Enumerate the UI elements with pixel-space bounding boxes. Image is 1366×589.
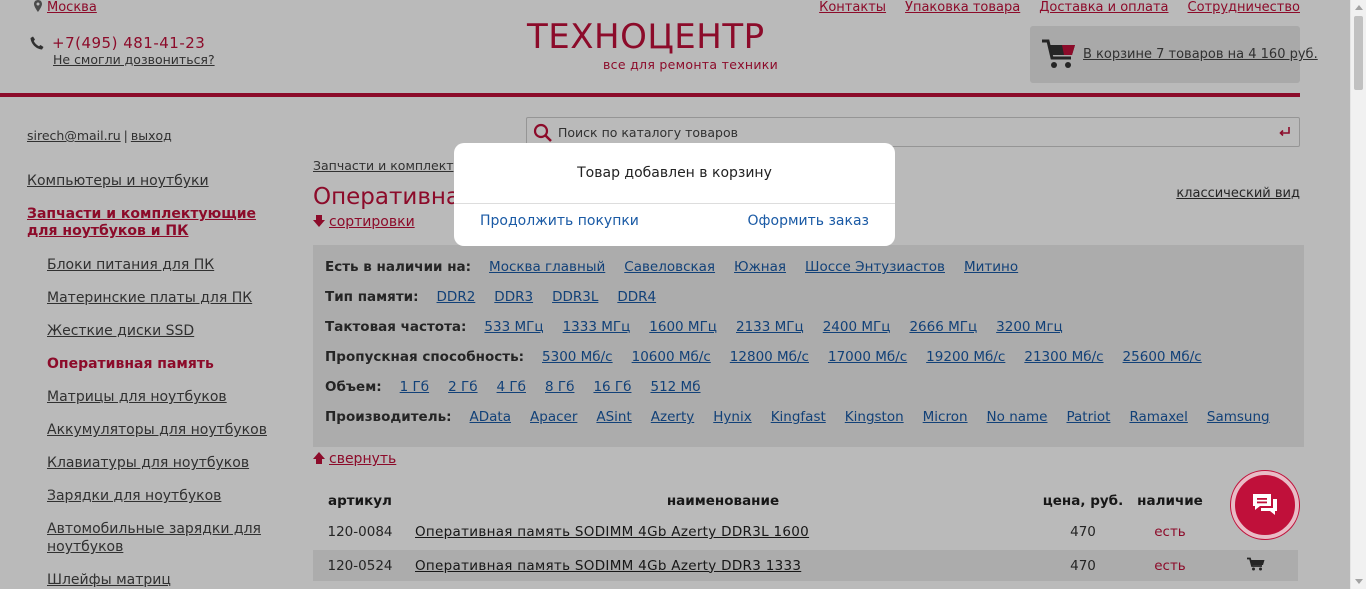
- scroll-up-arrow[interactable]: [1355, 5, 1363, 10]
- scroll-down-arrow[interactable]: [1355, 579, 1363, 584]
- scroll-thumb[interactable]: [1354, 16, 1363, 90]
- checkout-button[interactable]: Оформить заказ: [748, 213, 869, 229]
- dialog-title: Товар добавлен в корзину: [577, 165, 772, 181]
- added-to-cart-dialog: Товар добавлен в корзину Продолжить поку…: [454, 143, 895, 246]
- page-scrollbar[interactable]: [1350, 0, 1366, 589]
- modal-backdrop[interactable]: [0, 0, 1350, 589]
- chat-bubbles-icon: [1253, 494, 1277, 515]
- chat-button[interactable]: [1231, 471, 1299, 539]
- continue-shopping-button[interactable]: Продолжить покупки: [480, 213, 639, 229]
- dialog-divider: [454, 203, 895, 204]
